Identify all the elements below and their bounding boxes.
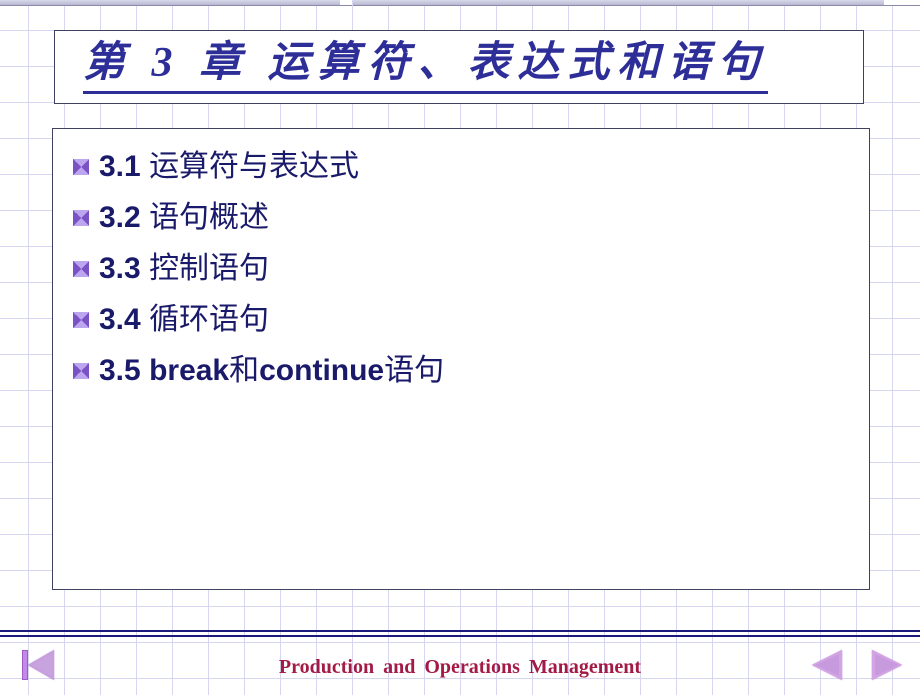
- footer-text: Production and Operations Management: [0, 656, 920, 679]
- diamond-bullet-icon: [73, 261, 89, 277]
- toc-item-text: 3.3 控制语句: [99, 243, 269, 294]
- chapter-title-box: 第 3 章 运算符、表达式和语句: [54, 30, 864, 104]
- toc-box: 3.1 运算符与表达式 3.2 语句概述 3.3 控制语句 3.4 循环语句 3…: [52, 128, 870, 590]
- toc-item: 3.2 语句概述: [73, 192, 849, 243]
- nav-left-group: [22, 650, 58, 684]
- previous-slide-button[interactable]: [812, 650, 848, 680]
- toc-item-text: 3.1 运算符与表达式: [99, 141, 359, 192]
- nav-right-group: [812, 650, 902, 684]
- diamond-bullet-icon: [73, 210, 89, 226]
- toc-item: 3.3 控制语句: [73, 243, 849, 294]
- triangle-left-inner: [815, 654, 839, 676]
- toc-item-text: 3.2 语句概述: [99, 192, 269, 243]
- chapter-title: 第 3 章 运算符、表达式和语句: [83, 40, 768, 93]
- toc-item: 3.5 break和continue语句: [73, 345, 849, 396]
- top-accent-bar-left: [0, 0, 340, 6]
- next-slide-button[interactable]: [866, 650, 902, 680]
- first-slide-button[interactable]: [22, 650, 58, 680]
- diamond-bullet-icon: [73, 159, 89, 175]
- toc-item-text: 3.5 break和continue语句: [99, 345, 444, 396]
- bottom-double-rule: [0, 630, 920, 638]
- toc-item: 3.4 循环语句: [73, 294, 849, 345]
- triangle-right-inner: [875, 654, 899, 676]
- triangle-left-inner: [32, 654, 52, 676]
- diamond-bullet-icon: [73, 312, 89, 328]
- top-accent-gap-2: [884, 0, 920, 6]
- top-accent-bar-right: [353, 0, 884, 6]
- toc-item: 3.1 运算符与表达式: [73, 141, 849, 192]
- top-accent-gap-1: [340, 0, 352, 6]
- diamond-bullet-icon: [73, 363, 89, 379]
- toc-item-text: 3.4 循环语句: [99, 294, 269, 345]
